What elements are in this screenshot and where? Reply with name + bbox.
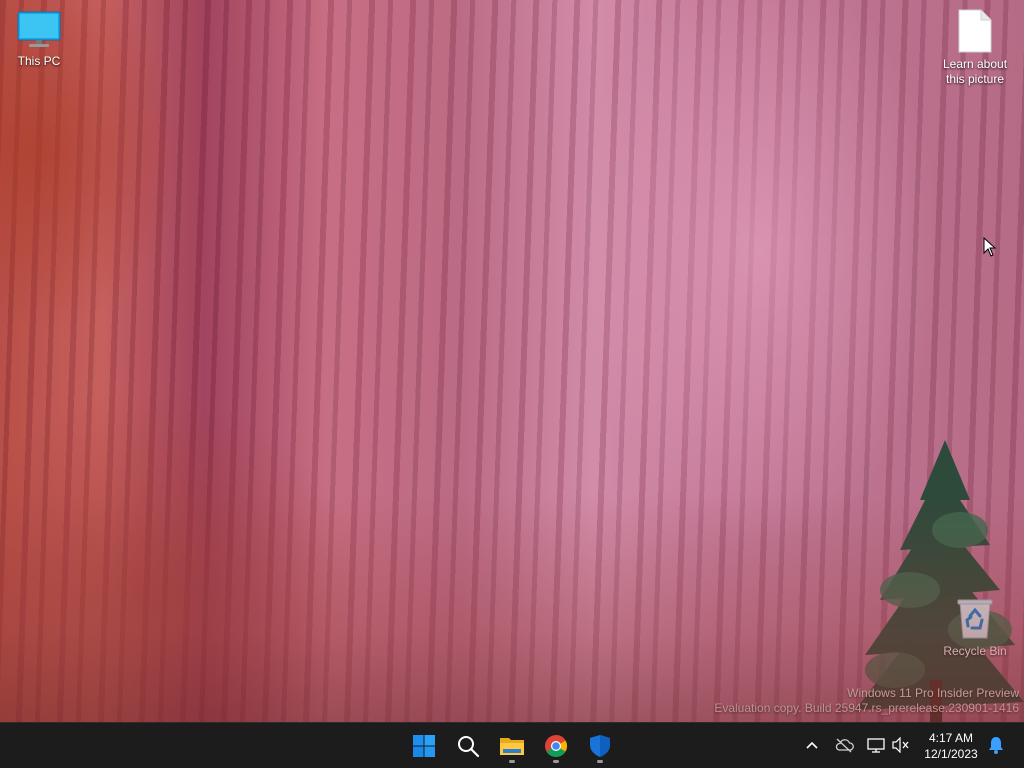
mouse-cursor-icon [983, 237, 997, 257]
volume-tray-button[interactable] [891, 735, 911, 755]
file-explorer-icon [500, 738, 524, 755]
desktop-wallpaper[interactable]: This PC Learn about this picture Recycle… [0, 0, 1024, 722]
recycle-bin-icon [957, 599, 993, 639]
windows-security-button[interactable] [580, 727, 620, 765]
chevron-up-icon [806, 741, 818, 749]
volume-muted-icon [892, 737, 909, 753]
search-button[interactable] [448, 727, 488, 765]
document-icon [958, 9, 992, 53]
running-indicator [553, 760, 559, 763]
desktop-icon-learn-about-this-picture[interactable]: Learn about this picture [936, 9, 1014, 87]
desktop-icon-recycle-bin[interactable]: Recycle Bin [936, 598, 1014, 659]
clock-time: 4:17 AM [928, 731, 974, 745]
wallpaper-tree [855, 440, 1024, 722]
desktop-icon-label: Learn about this picture [942, 57, 1008, 86]
running-indicator [597, 760, 603, 763]
onedrive-tray-button[interactable] [834, 735, 854, 755]
desktop-icon-label: This PC [17, 54, 61, 68]
notification-bell-icon [989, 737, 1003, 754]
defender-shield-icon [590, 735, 610, 757]
notification-center-button[interactable] [986, 735, 1006, 755]
monitor-icon [17, 11, 61, 47]
start-button[interactable] [404, 727, 444, 765]
windows-start-icon [413, 735, 435, 757]
file-explorer-button[interactable] [492, 727, 532, 765]
chrome-icon [545, 735, 567, 757]
network-icon [867, 738, 885, 753]
taskbar: 4:17 AM 12/1/2023 [0, 722, 1024, 768]
show-hidden-icons-button[interactable] [802, 735, 822, 755]
taskbar-clock[interactable]: 4:17 AM 12/1/2023 [916, 730, 986, 762]
onedrive-offline-icon [835, 738, 854, 753]
evaluation-watermark: Windows 11 Pro Insider Preview Evaluatio… [714, 686, 1019, 716]
running-indicator [509, 760, 515, 763]
watermark-edition: Windows 11 Pro Insider Preview [847, 686, 1019, 700]
clock-date: 12/1/2023 [924, 747, 978, 761]
search-icon [458, 736, 480, 758]
network-tray-button[interactable] [866, 735, 886, 755]
desktop-icon-this-pc[interactable]: This PC [0, 10, 78, 69]
watermark-build: Evaluation copy. Build 25947.rs_prerelea… [714, 701, 1019, 715]
chrome-button[interactable] [536, 727, 576, 765]
desktop-icon-label: Recycle Bin [943, 644, 1007, 658]
